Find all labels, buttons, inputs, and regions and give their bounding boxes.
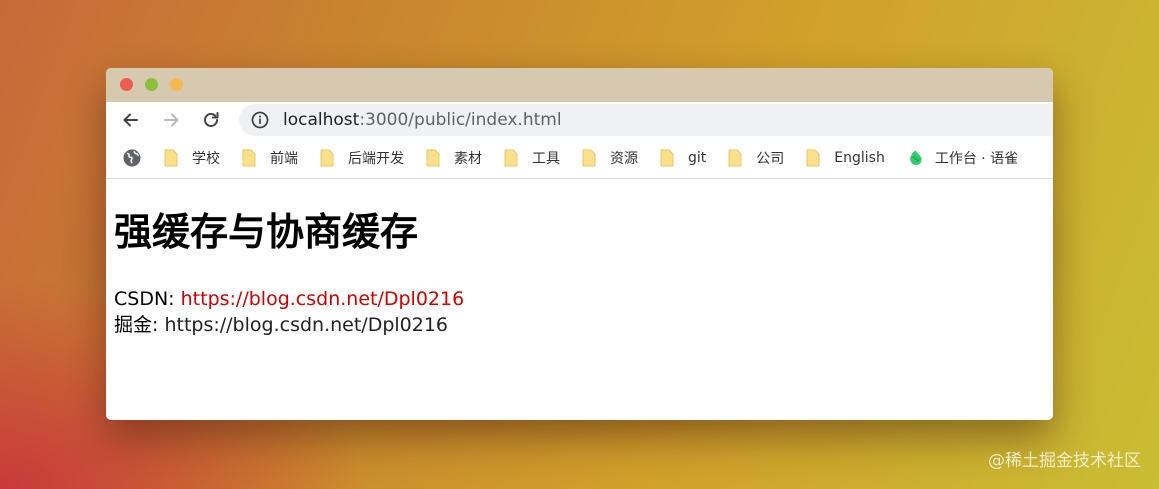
bookmarks-bar: 学校 前端 后端开发 素材 工具 资源 git 公司 English 工作台 ·…	[106, 138, 1053, 179]
juejin-url-text: https://blog.csdn.net/Dpl0216	[164, 314, 449, 336]
title-bar	[106, 68, 1053, 102]
arrow-left-icon	[123, 113, 138, 127]
url-path: :3000/public/index.html	[359, 110, 562, 130]
url-host: localhost	[283, 110, 360, 130]
csdn-line: CSDN: https://blog.csdn.net/Dpl0216	[114, 286, 1045, 312]
csdn-label: CSDN:	[114, 288, 181, 310]
juejin-line: 掘金: https://blog.csdn.net/Dpl0216	[114, 312, 1045, 338]
folder-icon	[504, 149, 518, 167]
folder-icon	[728, 149, 742, 167]
browser-window: localhost:3000/public/index.html 学校 前端 后…	[106, 68, 1053, 420]
folder-icon	[242, 149, 256, 167]
bookmark-label: 资源	[610, 151, 638, 167]
folder-icon	[426, 149, 440, 167]
reload-button[interactable]	[192, 102, 230, 138]
folder-icon	[320, 149, 334, 167]
navigation-bar: localhost:3000/public/index.html	[106, 102, 1053, 138]
csdn-link[interactable]: https://blog.csdn.net/Dpl0216	[181, 288, 465, 310]
bookmark-folder[interactable]: 素材	[426, 148, 482, 168]
back-button[interactable]	[112, 102, 150, 138]
arrow-right-icon	[164, 113, 179, 127]
close-window-button[interactable]	[120, 78, 133, 91]
folder-icon	[660, 149, 674, 167]
bookmark-label: 素材	[454, 151, 482, 167]
bookmark-folder[interactable]: git	[660, 149, 706, 167]
reload-icon	[204, 112, 219, 127]
bookmark-folder[interactable]: 后端开发	[320, 148, 404, 168]
folder-icon	[582, 149, 596, 167]
bookmark-yuque[interactable]: 工作台 · 语雀	[907, 148, 1018, 168]
yuque-bird-icon	[910, 150, 922, 165]
bookmark-label: 工具	[532, 151, 560, 167]
bookmark-folder[interactable]: 公司	[728, 148, 784, 168]
page-content: 强缓存与协商缓存 CSDN: https://blog.csdn.net/Dpl…	[106, 209, 1053, 338]
info-icon[interactable]	[251, 111, 269, 129]
bookmark-label: git	[688, 150, 707, 166]
bookmark-label: 公司	[756, 151, 785, 167]
bookmark-label: 学校	[192, 151, 220, 167]
minimize-window-button[interactable]	[145, 78, 158, 91]
bookmark-label: 后端开发	[348, 151, 404, 167]
page-heading: 强缓存与协商缓存	[114, 210, 419, 254]
address-bar[interactable]: localhost:3000/public/index.html	[239, 104, 1053, 136]
bookmark-label: 工作台 · 语雀	[934, 151, 1019, 167]
url-text[interactable]: localhost:3000/public/index.html	[283, 110, 562, 130]
globe-icon[interactable]	[122, 148, 142, 168]
bookmark-label: English	[834, 150, 885, 166]
bookmark-folder[interactable]: 前端	[242, 148, 298, 168]
folder-icon	[806, 149, 820, 167]
bookmark-folder[interactable]: 学校	[164, 148, 220, 168]
bookmark-folder[interactable]: English	[806, 149, 885, 167]
watermark: @稀土掘金技术社区	[988, 451, 1141, 471]
bookmark-folder[interactable]: 工具	[504, 148, 560, 168]
maximize-window-button[interactable]	[170, 78, 183, 91]
bookmark-folder[interactable]: 资源	[582, 148, 638, 168]
folder-icon	[164, 149, 178, 167]
juejin-label: 掘金:	[114, 314, 165, 336]
forward-button[interactable]	[152, 102, 190, 138]
bookmark-label: 前端	[270, 151, 298, 167]
